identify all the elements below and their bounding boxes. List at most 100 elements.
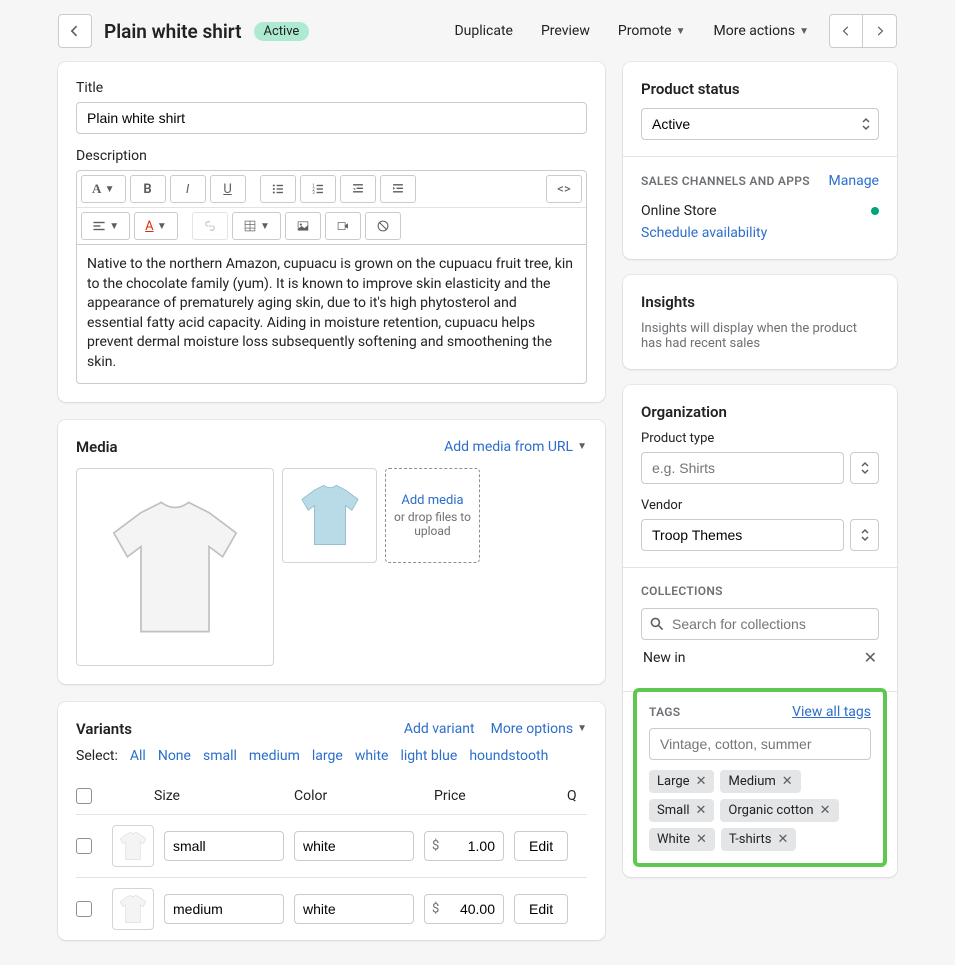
currency-symbol: $ [432,901,439,916]
currency-symbol: $ [432,838,439,853]
rte-color-btn[interactable]: A ▼ [134,212,178,240]
rte-outdent-btn[interactable] [340,175,376,203]
rte-align-btn[interactable]: ▼ [81,212,130,240]
color-input[interactable] [294,831,414,861]
media-thumbnail-small[interactable] [282,468,377,563]
rte-font-btn[interactable]: A ▼ [81,175,126,203]
product-type-select-button[interactable] [850,452,879,484]
remove-tag-button[interactable]: ✕ [778,832,789,847]
tag-medium: Medium✕ [720,770,800,793]
rte-video-btn[interactable] [325,212,361,240]
row-checkbox[interactable] [76,838,92,854]
filter-all[interactable]: All [130,748,146,764]
col-size: Size [154,788,294,804]
filter-white[interactable]: white [355,748,389,764]
variant-table-header: Size Color Price Q [76,778,587,815]
product-type-label: Product type [641,431,879,446]
filter-large[interactable]: large [312,748,343,764]
tag-large: Large✕ [649,770,714,793]
title-card: Title Description A ▼ B I U 123 [58,62,605,402]
schedule-link[interactable]: Schedule availability [641,225,767,241]
variant-filter-row: Select: All None small medium large whit… [76,748,587,764]
size-input[interactable] [164,831,284,861]
promote-action[interactable]: Promote ▼ [610,17,694,45]
status-select[interactable]: Active [641,108,879,140]
tags-input[interactable] [649,728,871,760]
color-input[interactable] [294,894,414,924]
variant-thumbnail[interactable] [112,888,154,930]
remove-tag-button[interactable]: ✕ [782,774,793,789]
add-media-dropzone[interactable]: Add media or drop files to upload [385,468,480,563]
align-icon [92,219,106,233]
search-icon [649,616,665,632]
rte-underline-btn[interactable]: U [210,175,246,203]
manage-link[interactable]: Manage [829,173,879,189]
rte-italic-btn[interactable]: I [170,175,206,203]
media-thumbnail-large[interactable] [76,468,274,666]
prev-button[interactable] [829,14,863,48]
status-badge: Active [254,22,310,41]
tag-organic-cotton: Organic cotton✕ [720,799,838,822]
list-bullet-icon [271,182,285,196]
select-all-checkbox[interactable] [76,788,92,804]
collections-search-input[interactable] [641,608,879,640]
rte-clear-btn[interactable] [365,212,401,240]
filter-small[interactable]: small [203,748,237,764]
filter-lightblue[interactable]: light blue [400,748,457,764]
variant-row: $ Edit [76,878,587,940]
preview-action[interactable]: Preview [533,17,598,45]
edit-variant-button[interactable]: Edit [514,831,568,861]
channels-label: SALES CHANNELS AND APPS [641,174,810,188]
rte-ol-btn[interactable]: 123 [300,175,336,203]
add-media-url-link[interactable]: Add media from URL ▼ [444,439,587,455]
variants-card: Variants Add variant More options ▼ Sele… [58,702,605,940]
back-button[interactable] [58,14,92,48]
list-number-icon: 123 [311,182,325,196]
remove-tag-button[interactable]: ✕ [696,774,707,789]
filter-medium[interactable]: medium [249,748,300,764]
remove-tag-button[interactable]: ✕ [696,803,707,818]
image-icon [296,219,310,233]
select-updown-icon [860,528,870,542]
add-media-link[interactable]: Add media [401,493,463,508]
vendor-select-button[interactable] [850,519,879,551]
title-input[interactable] [76,102,587,134]
status-heading: Product status [641,80,879,98]
view-all-tags-link[interactable]: View all tags [792,704,871,720]
variant-row: $ Edit [76,815,587,878]
select-updown-icon [860,461,870,475]
description-label: Description [76,148,587,164]
col-q: Q [567,788,587,804]
col-price: Price [434,788,524,804]
remove-tag-button[interactable]: ✕ [820,803,831,818]
remove-tag-button[interactable]: ✕ [696,832,707,847]
variant-thumbnail[interactable] [112,825,154,867]
rte-image-btn[interactable] [285,212,321,240]
vendor-input[interactable] [641,519,844,551]
next-button[interactable] [863,14,897,48]
product-type-input[interactable] [641,452,844,484]
duplicate-action[interactable]: Duplicate [446,17,521,45]
filter-houndstooth[interactable]: houndstooth [469,748,548,764]
more-actions[interactable]: More actions ▼ [706,17,818,45]
rte-code-btn[interactable]: <> [546,175,582,203]
rte-table-btn[interactable]: ▼ [232,212,281,240]
more-options-link[interactable]: More options ▼ [491,721,587,737]
add-variant-link[interactable]: Add variant [404,721,475,737]
caret-down-icon: ▼ [799,26,809,37]
svg-text:3: 3 [312,191,315,196]
insights-text: Insights will display when the product h… [641,321,879,351]
description-editor[interactable]: Native to the northern Amazon, cupuacu i… [76,245,587,384]
rte-bold-btn[interactable]: B [130,175,166,203]
edit-variant-button[interactable]: Edit [514,894,568,924]
tags-label: TAGS [649,705,680,719]
rte-indent-btn[interactable] [380,175,416,203]
size-input[interactable] [164,894,284,924]
remove-collection-button[interactable]: ✕ [864,648,877,667]
insights-card: Insights Insights will display when the … [623,275,897,369]
rte-ul-btn[interactable] [260,175,296,203]
rte-link-btn[interactable] [192,212,228,240]
filter-none[interactable]: None [158,748,191,764]
caret-down-icon: ▼ [577,723,587,734]
row-checkbox[interactable] [76,901,92,917]
